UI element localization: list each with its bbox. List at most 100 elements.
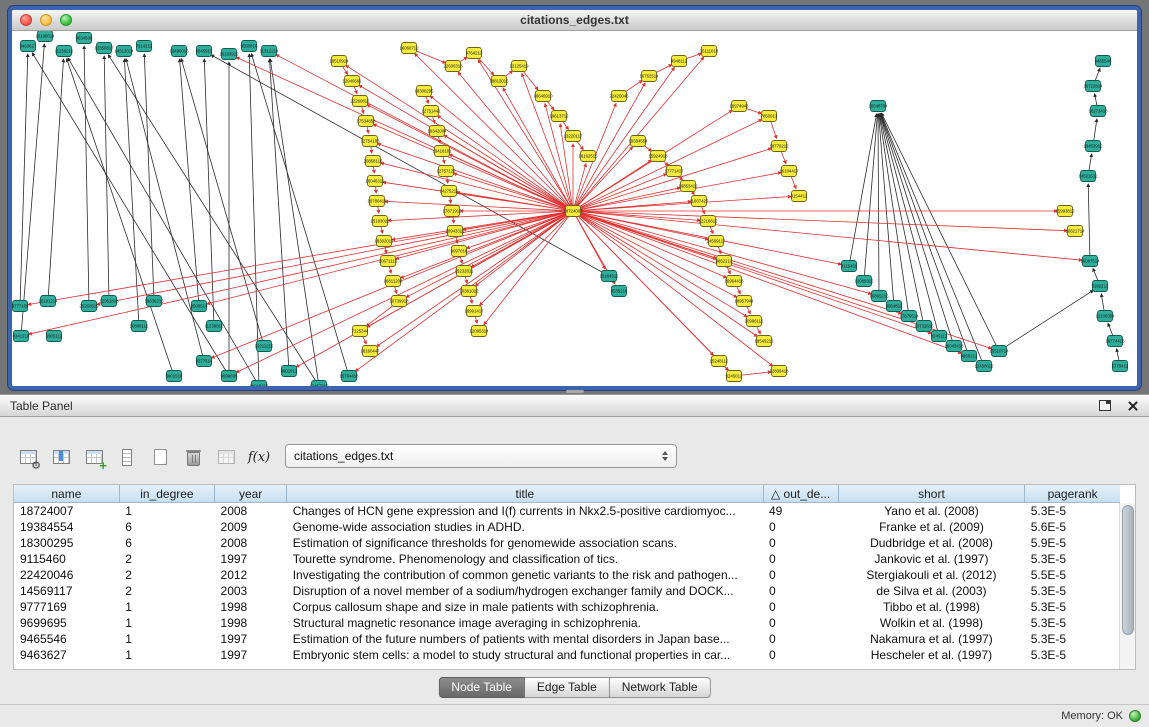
cell[interactable]: 5.5E-5 — [1025, 567, 1120, 583]
graph-node[interactable]: 15232811 — [455, 266, 474, 277]
graph-node[interactable]: 16964418 — [724, 276, 744, 287]
graph-node[interactable]: 12952818 — [99, 296, 119, 307]
graph-edge[interactable] — [879, 114, 909, 316]
table-row[interactable]: 911546021997Tourette syndrome. Phenomeno… — [14, 551, 1120, 567]
table-scrollbar-thumb[interactable] — [1122, 505, 1134, 635]
graph-node[interactable]: 22420046 — [609, 91, 629, 102]
cell[interactable]: Estimation of significance thresholds fo… — [287, 535, 763, 551]
graph-edge[interactable] — [144, 54, 154, 301]
graph-edge[interactable] — [270, 59, 319, 386]
cell[interactable]: Jankovic et al. (1997) — [838, 551, 1025, 567]
graph-node[interactable]: 12359817 — [94, 43, 114, 54]
graph-node[interactable]: 7125344 — [352, 326, 369, 337]
graph-node[interactable]: 10974943 — [729, 101, 749, 112]
cell[interactable]: 0 — [763, 599, 838, 615]
graph-node[interactable]: 10821714 — [1065, 226, 1085, 237]
graph-node[interactable]: 10361022 — [459, 286, 479, 297]
graph-edge[interactable] — [204, 59, 214, 326]
cell[interactable]: 1 — [119, 503, 214, 520]
graph-edge[interactable] — [573, 68, 674, 212]
cell[interactable]: 14569117 — [14, 583, 119, 599]
graph-node[interactable]: 12751441 — [421, 106, 441, 117]
graph-node[interactable]: 12089312 — [854, 276, 874, 287]
graph-node[interactable]: 10211216 — [255, 341, 274, 352]
minimize-button[interactable] — [40, 14, 52, 26]
column-header-out-de-[interactable]: △ out_de... — [763, 485, 838, 503]
table-row[interactable]: 946362711997Embryonic stem cells: a mode… — [14, 647, 1120, 663]
graph-node[interactable]: 17679514 — [899, 311, 919, 322]
graph-edge[interactable] — [236, 57, 573, 211]
graph-node[interactable]: 18160447 — [360, 346, 380, 357]
graph-node[interactable]: 9154412 — [791, 191, 808, 202]
graph-node[interactable]: 12757122 — [436, 166, 456, 177]
table-scrollbar-track[interactable] — [1119, 503, 1135, 669]
graph-node[interactable]: 16762514 — [639, 71, 659, 82]
graph-node[interactable]: 11312214 — [260, 46, 279, 57]
cell[interactable]: 1 — [119, 631, 214, 647]
graph-node[interactable]: 18957944 — [734, 296, 754, 307]
graph-edge[interactable] — [573, 211, 1082, 260]
cell[interactable]: Stergiakouli et al. (2012) — [838, 567, 1025, 583]
graph-edge[interactable] — [438, 116, 574, 211]
graph-edge[interactable] — [68, 58, 259, 386]
graph-node[interactable]: 20671113 — [379, 256, 398, 267]
graph-node[interactable]: 9377514 — [196, 356, 213, 367]
network-canvas[interactable]: 18724007 18510914 12940601 22260812 1753… — [12, 31, 1137, 387]
graph-node[interactable]: 8341218 — [13, 331, 30, 342]
graph-node[interactable]: 22260812 — [350, 96, 370, 107]
graph-edge[interactable] — [849, 114, 877, 266]
graph-node[interactable]: 16342004 — [427, 126, 447, 137]
graph-node[interactable]: 11259212 — [55, 46, 74, 57]
cell[interactable]: 1997 — [215, 647, 287, 663]
graph-node[interactable]: 20858116 — [364, 156, 383, 167]
graph-edge[interactable] — [573, 211, 962, 353]
graph-node[interactable]: 10732616 — [914, 321, 934, 332]
graph-node[interactable]: 9764213 — [466, 48, 483, 59]
graph-node[interactable]: 12754103 — [360, 136, 380, 147]
float-panel-icon[interactable] — [1099, 400, 1111, 411]
cell[interactable]: Franke et al. (2009) — [838, 519, 1025, 535]
cell[interactable]: 2008 — [215, 503, 287, 520]
cell[interactable]: Investigating the contribution of common… — [287, 567, 763, 583]
cell[interactable]: 1997 — [215, 631, 287, 647]
graph-node[interactable]: 9508514 — [191, 301, 208, 312]
graph-edge[interactable] — [1088, 184, 1090, 261]
cell[interactable]: 5.3E-5 — [1025, 631, 1120, 647]
graph-edge[interactable] — [28, 211, 573, 305]
graph-node[interactable]: 16104417 — [779, 166, 799, 177]
cell[interactable]: 9699695 — [14, 615, 119, 631]
cell[interactable]: 22420046 — [14, 567, 119, 583]
tab-node-table[interactable]: Node Table — [438, 677, 525, 698]
graph-node[interactable]: 20943312 — [445, 226, 465, 237]
graph-node[interactable]: 11607427 — [690, 196, 709, 207]
graph-node[interactable]: 9852212 — [716, 256, 733, 267]
graph-node[interactable]: 9097016 — [451, 246, 468, 257]
cell[interactable]: 1 — [119, 647, 214, 663]
graph-edge[interactable] — [108, 55, 319, 386]
cell[interactable]: Hescheler et al. (1997) — [838, 647, 1025, 663]
graph-node[interactable]: 8845912 — [196, 46, 213, 57]
table-row[interactable]: 2242004622012Investigating the contribut… — [14, 567, 1120, 583]
graph-node[interactable]: 16648794 — [868, 101, 888, 112]
graph-node[interactable]: 18302017 — [374, 236, 394, 247]
graph-node[interactable]: 12095314 — [469, 326, 489, 337]
graph-node[interactable]: 12899418 — [769, 366, 789, 377]
graph-node[interactable]: 7850913 — [761, 111, 778, 122]
graph-node[interactable]: 10808112 — [130, 321, 149, 332]
cell[interactable]: Dudbridge et al. (2008) — [838, 535, 1025, 551]
graph-node[interactable]: 8901912 — [281, 366, 298, 377]
graph-node[interactable]: 9948112 — [671, 56, 688, 67]
graph-node[interactable]: 10739918 — [389, 296, 409, 307]
cell[interactable]: 5.3E-5 — [1025, 551, 1120, 567]
column-header-in-degree[interactable]: in_degree — [119, 485, 214, 503]
graph-node[interactable]: 16646910 — [533, 91, 553, 102]
graph-node[interactable]: 9465546 — [1095, 56, 1112, 67]
graph-node[interactable]: 10196014 — [35, 31, 55, 42]
cell[interactable]: 2012 — [215, 567, 287, 583]
show-columns-icon[interactable] — [49, 445, 73, 469]
graph-node[interactable]: 12125419 — [509, 61, 529, 72]
cell[interactable]: 0 — [763, 583, 838, 599]
graph-node[interactable]: 6779412 — [1112, 361, 1129, 372]
table-row[interactable]: 1830029562008Estimation of significance … — [14, 535, 1120, 551]
graph-edge[interactable] — [249, 54, 259, 386]
